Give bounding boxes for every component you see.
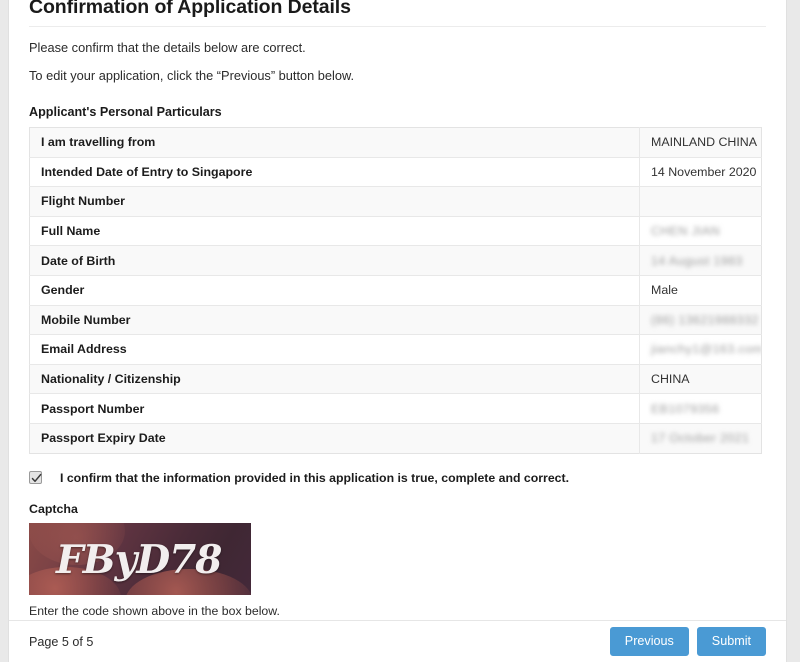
checkmark-icon — [31, 473, 42, 483]
title-divider — [29, 26, 766, 27]
table-row: Gender Male — [29, 275, 762, 306]
row-value: 17 October 2021 — [639, 423, 762, 454]
captcha-image: FByD78 — [29, 522, 251, 595]
value-text-redacted: jianchy1@163.com — [651, 342, 762, 357]
intro-text-confirm: Please confirm that the details below ar… — [29, 40, 306, 55]
row-label: Date of Birth — [29, 245, 640, 276]
applicant-details-table: I am travelling from MAINLAND CHINA Inte… — [29, 127, 762, 454]
value-text-redacted: EB1079356 — [651, 401, 720, 416]
value-text: 14 November 2020 — [651, 164, 757, 179]
value-text-redacted: (86) 13621988332 — [651, 312, 759, 327]
table-row: Date of Birth 14 August 1983 — [29, 245, 762, 276]
value-text: CHINA — [651, 372, 690, 387]
captcha-section-label: Captcha — [29, 501, 78, 516]
details-table-body: I am travelling from MAINLAND CHINA Inte… — [29, 127, 762, 454]
value-text-redacted: CHEN JIAN — [651, 224, 721, 239]
table-row: Nationality / Citizenship CHINA — [29, 364, 762, 395]
row-label: I am travelling from — [29, 127, 640, 158]
confirmation-row: I confirm that the information provided … — [29, 471, 766, 485]
row-label: Email Address — [29, 334, 640, 365]
captcha-challenge-text: FByD78 — [56, 536, 222, 583]
value-text: Male — [651, 283, 678, 298]
row-value: 14 August 1983 — [639, 245, 762, 276]
value-text-redacted: 17 October 2021 — [651, 431, 750, 446]
submit-button[interactable]: Submit — [696, 627, 766, 656]
table-row: Email Address jianchy1@163.com — [29, 334, 762, 365]
row-label: Passport Number — [29, 393, 640, 424]
row-label: Mobile Number — [29, 305, 640, 336]
row-label: Passport Expiry Date — [29, 423, 640, 454]
row-value: MAINLAND CHINA — [639, 127, 762, 158]
table-row: Mobile Number (86) 13621988332 — [29, 305, 762, 336]
row-value — [639, 186, 762, 217]
row-value: (86) 13621988332 — [639, 305, 762, 336]
confirm-checkbox[interactable] — [29, 471, 42, 485]
intro-text-edit: To edit your application, click the “Pre… — [29, 68, 355, 83]
row-label: Full Name — [29, 216, 640, 247]
row-label: Intended Date of Entry to Singapore — [29, 157, 640, 188]
table-row: Flight Number — [29, 186, 762, 217]
row-value: Male — [639, 275, 762, 306]
row-value: CHEN JIAN — [639, 216, 762, 247]
row-value: CHINA — [639, 364, 762, 395]
page-background: Confirmation of Application Details Plea… — [0, 0, 800, 662]
table-row: Intended Date of Entry to Singapore 14 N… — [29, 157, 762, 188]
row-value: jianchy1@163.com — [639, 334, 762, 365]
page-title: Confirmation of Application Details — [29, 0, 351, 18]
captcha-hint-text: Enter the code shown above in the box be… — [29, 603, 280, 618]
row-label: Nationality / Citizenship — [29, 364, 640, 395]
table-row: I am travelling from MAINLAND CHINA — [29, 127, 762, 158]
row-label: Gender — [29, 275, 640, 306]
application-form-card: Confirmation of Application Details Plea… — [8, 0, 787, 662]
previous-button[interactable]: Previous — [609, 627, 689, 656]
footer-button-group: Previous Submit — [609, 627, 766, 656]
section-heading-personal-particulars: Applicant's Personal Particulars — [29, 105, 222, 119]
table-row: Full Name CHEN JIAN — [29, 216, 762, 247]
value-text-redacted: 14 August 1983 — [651, 253, 743, 268]
value-text: MAINLAND CHINA — [651, 135, 758, 150]
row-value: EB1079356 — [639, 393, 762, 424]
page-counter: Page 5 of 5 — [29, 634, 94, 649]
confirmation-label: I confirm that the information provided … — [60, 470, 570, 485]
form-footer: Page 5 of 5 Previous Submit — [9, 620, 786, 662]
row-label: Flight Number — [29, 186, 640, 217]
row-value: 14 November 2020 — [639, 157, 762, 188]
form-body: Confirmation of Application Details Plea… — [9, 0, 786, 662]
table-row: Passport Expiry Date 17 October 2021 — [29, 423, 762, 454]
table-row: Passport Number EB1079356 — [29, 393, 762, 424]
